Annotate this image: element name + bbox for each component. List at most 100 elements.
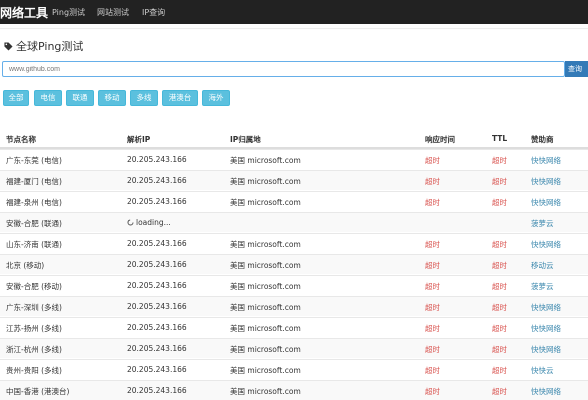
nav-ip-query[interactable]: IP查询 bbox=[142, 7, 165, 18]
ttl-value: 超时 bbox=[492, 198, 507, 207]
node-name: 山东-济南 (联通) bbox=[6, 240, 62, 249]
ip-location: 美国 microsoft.com bbox=[230, 198, 301, 207]
ttl-value: 超时 bbox=[492, 282, 507, 291]
node-name: 中国-香港 (港澳台) bbox=[6, 387, 70, 396]
ttl-value: 超时 bbox=[492, 366, 507, 375]
table-row: 贵州-贵阳 (多线) 20.205.243.166 美国 microsoft.com… bbox=[0, 359, 588, 379]
sponsor-link[interactable]: 快快网络 bbox=[531, 197, 561, 208]
ip-location: 美国 microsoft.com bbox=[230, 156, 301, 165]
node-name: 广东-深圳 (多线) bbox=[6, 303, 62, 312]
resolved-ip: 20.205.243.166 bbox=[127, 344, 187, 353]
table-row: 江苏-扬州 (多线) 20.205.243.166 美国 microsoft.com… bbox=[0, 317, 588, 337]
response-time: 超时 bbox=[425, 198, 440, 207]
sponsor-link[interactable]: 移动云 bbox=[531, 260, 554, 271]
ttl-value: 超时 bbox=[492, 345, 507, 354]
sponsor-link[interactable]: 菠萝云 bbox=[531, 281, 554, 292]
table-row: 山东-济南 (联通) 20.205.243.166 美国 microsoft.com… bbox=[0, 233, 588, 253]
col-header-location: IP归属地 bbox=[230, 135, 261, 144]
table-row: 福建-泉州 (电信) 20.205.243.166 美国 microsoft.com… bbox=[0, 191, 588, 211]
col-header-node: 节点名称 bbox=[6, 135, 36, 144]
resolved-ip: 20.205.243.166 bbox=[127, 176, 187, 185]
spinner-icon bbox=[127, 219, 134, 226]
loading-indicator: loading... bbox=[127, 218, 171, 227]
ttl-value: 超时 bbox=[492, 177, 507, 186]
col-header-sponsor: 赞助商 bbox=[531, 135, 554, 144]
filter-hk-mo-tw[interactable]: 港澳台 bbox=[162, 90, 198, 106]
response-time: 超时 bbox=[425, 282, 440, 291]
response-time: 超时 bbox=[425, 324, 440, 333]
col-header-response-time: 响应时间 bbox=[425, 135, 455, 144]
sponsor-link[interactable]: 快快网络 bbox=[531, 155, 561, 166]
response-time: 超时 bbox=[425, 366, 440, 375]
ip-location: 美国 microsoft.com bbox=[230, 261, 301, 270]
ttl-value: 超时 bbox=[492, 261, 507, 270]
sponsor-link[interactable]: 快快网络 bbox=[531, 302, 561, 313]
node-name: 福建-厦门 (电信) bbox=[6, 177, 62, 186]
nav-website-test[interactable]: 网站测试 bbox=[97, 7, 129, 18]
resolved-ip: 20.205.243.166 bbox=[127, 302, 187, 311]
ttl-value: 超时 bbox=[492, 387, 507, 396]
page-title: 全球Ping测试 bbox=[4, 38, 83, 54]
header-divider bbox=[0, 28, 588, 29]
table-row: 安徽-合肥 (联通) loading... 菠萝云 bbox=[0, 212, 588, 232]
table-row: 浙江-杭州 (多线) 20.205.243.166 美国 microsoft.com… bbox=[0, 338, 588, 358]
page-title-text: 全球Ping测试 bbox=[16, 40, 84, 53]
filter-multiline[interactable]: 多线 bbox=[130, 90, 158, 106]
ttl-value: 超时 bbox=[492, 156, 507, 165]
response-time: 超时 bbox=[425, 156, 440, 165]
node-name: 贵州-贵阳 (多线) bbox=[6, 366, 62, 375]
ip-location: 美国 microsoft.com bbox=[230, 387, 301, 396]
query-button[interactable]: 查询 bbox=[565, 61, 588, 77]
brand-logo[interactable]: 网络工具 bbox=[0, 4, 48, 21]
response-time: 超时 bbox=[425, 261, 440, 270]
table-row: 广东-深圳 (多线) 20.205.243.166 美国 microsoft.com… bbox=[0, 296, 588, 316]
resolved-ip: 20.205.243.166 bbox=[127, 323, 187, 332]
col-header-ip: 解析IP bbox=[127, 135, 151, 144]
resolved-ip: 20.205.243.166 bbox=[127, 239, 187, 248]
sponsor-link[interactable]: 菠萝云 bbox=[531, 218, 554, 229]
top-navbar: 网络工具 Ping测试 网站测试 IP查询 bbox=[0, 0, 588, 24]
filter-overseas[interactable]: 海外 bbox=[202, 90, 230, 106]
filter-mobile[interactable]: 移动 bbox=[98, 90, 126, 106]
resolved-ip: 20.205.243.166 bbox=[127, 155, 187, 164]
resolved-ip: 20.205.243.166 bbox=[127, 281, 187, 290]
host-search-input[interactable] bbox=[2, 61, 565, 77]
node-name: 广东-东莞 (电信) bbox=[6, 156, 62, 165]
ttl-value: 超时 bbox=[492, 240, 507, 249]
node-name: 安徽-合肥 (联通) bbox=[6, 219, 62, 228]
ip-location: 美国 microsoft.com bbox=[230, 177, 301, 186]
nav-ping-test[interactable]: Ping测试 bbox=[52, 7, 85, 18]
ip-location: 美国 microsoft.com bbox=[230, 240, 301, 249]
response-time: 超时 bbox=[425, 240, 440, 249]
ip-location: 美国 microsoft.com bbox=[230, 366, 301, 375]
sponsor-link[interactable]: 快快网络 bbox=[531, 386, 561, 397]
ttl-value: 超时 bbox=[492, 303, 507, 312]
node-name: 江苏-扬州 (多线) bbox=[6, 324, 62, 333]
filter-unicom[interactable]: 联通 bbox=[66, 90, 94, 106]
resolved-ip: 20.205.243.166 bbox=[127, 386, 187, 395]
response-time: 超时 bbox=[425, 345, 440, 354]
node-name: 福建-泉州 (电信) bbox=[6, 198, 62, 207]
resolved-ip: 20.205.243.166 bbox=[127, 365, 187, 374]
node-name: 北京 (移动) bbox=[6, 261, 45, 270]
table-row: 北京 (移动) 20.205.243.166 美国 microsoft.com 超时 超… bbox=[0, 254, 588, 274]
node-name: 安徽-合肥 (移动) bbox=[6, 282, 62, 291]
sponsor-link[interactable]: 快快网络 bbox=[531, 239, 561, 250]
ip-location: 美国 microsoft.com bbox=[230, 324, 301, 333]
table-row: 中国-香港 (港澳台) 20.205.243.166 美国 microsoft.co… bbox=[0, 380, 588, 400]
ip-location: 美国 microsoft.com bbox=[230, 345, 301, 354]
response-time: 超时 bbox=[425, 303, 440, 312]
response-time: 超时 bbox=[425, 387, 440, 396]
loading-text: loading... bbox=[136, 218, 171, 227]
sponsor-link[interactable]: 快快网络 bbox=[531, 323, 561, 334]
tag-icon bbox=[4, 42, 13, 51]
sponsor-link[interactable]: 快快网络 bbox=[531, 176, 561, 187]
resolved-ip: 20.205.243.166 bbox=[127, 197, 187, 206]
filter-all[interactable]: 全部 bbox=[3, 90, 29, 106]
ip-location: 美国 microsoft.com bbox=[230, 282, 301, 291]
sponsor-link[interactable]: 快快云 bbox=[531, 365, 554, 376]
table-row: 安徽-合肥 (移动) 20.205.243.166 美国 microsoft.com… bbox=[0, 275, 588, 295]
sponsor-link[interactable]: 快快网络 bbox=[531, 344, 561, 355]
table-row: 广东-东莞 (电信) 20.205.243.166 美国 microsoft.com… bbox=[0, 149, 588, 169]
filter-telecom[interactable]: 电信 bbox=[34, 90, 62, 106]
